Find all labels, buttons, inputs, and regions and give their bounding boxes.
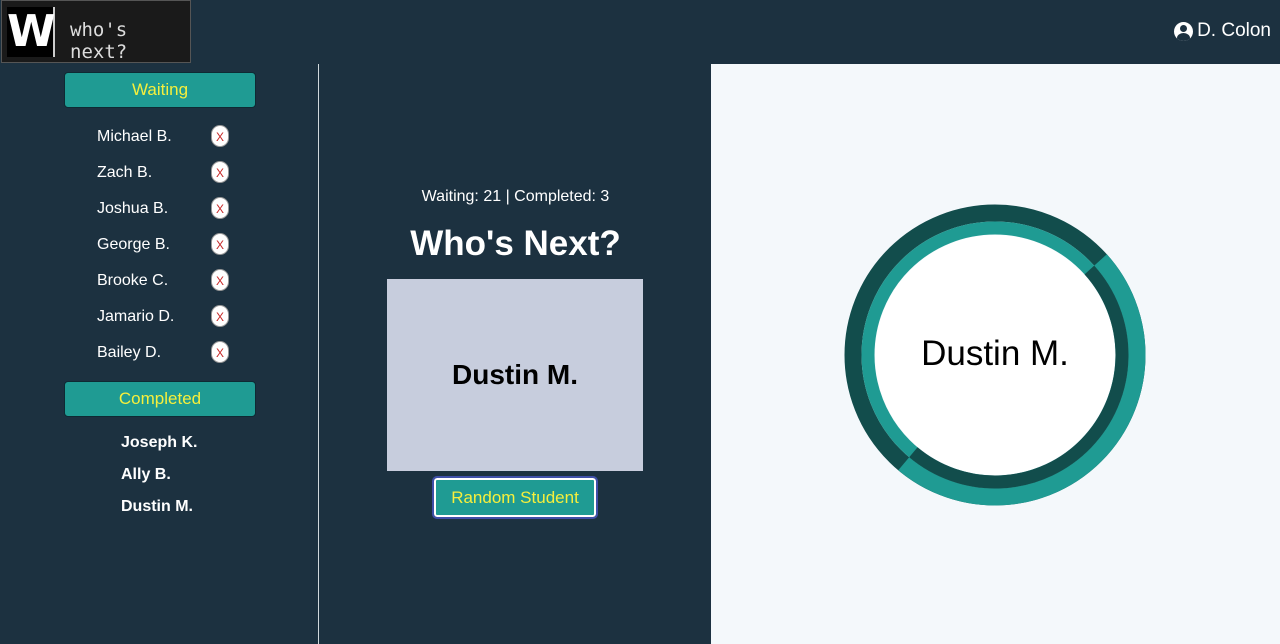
waiting-item-name: Michael B. — [97, 128, 172, 145]
waiting-item: Bailey D. X — [97, 335, 237, 371]
waiting-item: Joshua B. X — [97, 191, 237, 227]
waiting-item-name: Brooke C. — [97, 272, 169, 289]
completed-item: Dustin M. — [121, 498, 193, 515]
remove-button[interactable]: X — [211, 197, 229, 219]
random-student-button[interactable]: Random Student — [432, 476, 598, 519]
remove-button[interactable]: X — [211, 341, 229, 363]
user-name: D. Colon — [1197, 20, 1271, 41]
user-circle-icon — [1174, 21, 1194, 41]
waiting-item-name: George B. — [97, 236, 170, 253]
sidebar: Waiting Michael B. X Zach B. X Joshua B. X Geo… — [0, 64, 319, 644]
waiting-item: Jamario D. X — [97, 299, 237, 335]
remove-button[interactable]: X — [211, 233, 229, 255]
waiting-item: George B. X — [97, 227, 237, 263]
completed-item: Ally B. — [121, 466, 171, 483]
wheel-panel: Dustin M. — [711, 64, 1280, 644]
top-bar: W who's next? D. Colon — [0, 0, 1280, 64]
selected-student-name: Dustin M. — [452, 359, 578, 390]
page-title: Who's Next? — [410, 224, 621, 263]
waiting-item: Zach B. X — [97, 155, 237, 191]
remove-button[interactable]: X — [211, 305, 229, 327]
waiting-item-name: Joshua B. — [97, 200, 169, 217]
completed-item: Joseph K. — [121, 434, 198, 451]
waiting-item: Michael B. X — [97, 119, 237, 155]
completed-list: Joseph K. Ally B. Dustin M. — [121, 431, 197, 527]
app-logo[interactable]: W who's next? — [1, 0, 191, 63]
user-menu[interactable]: D. Colon — [1174, 20, 1271, 42]
waiting-list: Michael B. X Zach B. X Joshua B. X George B. X B… — [97, 119, 237, 371]
completed-button[interactable]: Completed — [64, 381, 256, 417]
remove-button[interactable]: X — [211, 269, 229, 291]
wheel-label: Dustin M. — [921, 334, 1069, 373]
counts-text: Waiting: 21 | Completed: 3 — [421, 188, 610, 205]
waiting-item: Brooke C. X — [97, 263, 237, 299]
waiting-item-name: Zach B. — [97, 164, 153, 181]
logo-text: who's next? — [70, 19, 128, 63]
waiting-item-name: Jamario D. — [97, 308, 175, 325]
waiting-button[interactable]: Waiting — [64, 72, 256, 108]
waiting-item-name: Bailey D. — [97, 344, 162, 361]
main-panel: Waiting: 21 | Completed: 3 Who's Next? D… — [320, 64, 711, 644]
remove-button[interactable]: X — [211, 161, 229, 183]
logo-letter: W — [7, 6, 56, 57]
selected-student-card: Dustin M. — [387, 279, 643, 471]
remove-button[interactable]: X — [211, 125, 229, 147]
